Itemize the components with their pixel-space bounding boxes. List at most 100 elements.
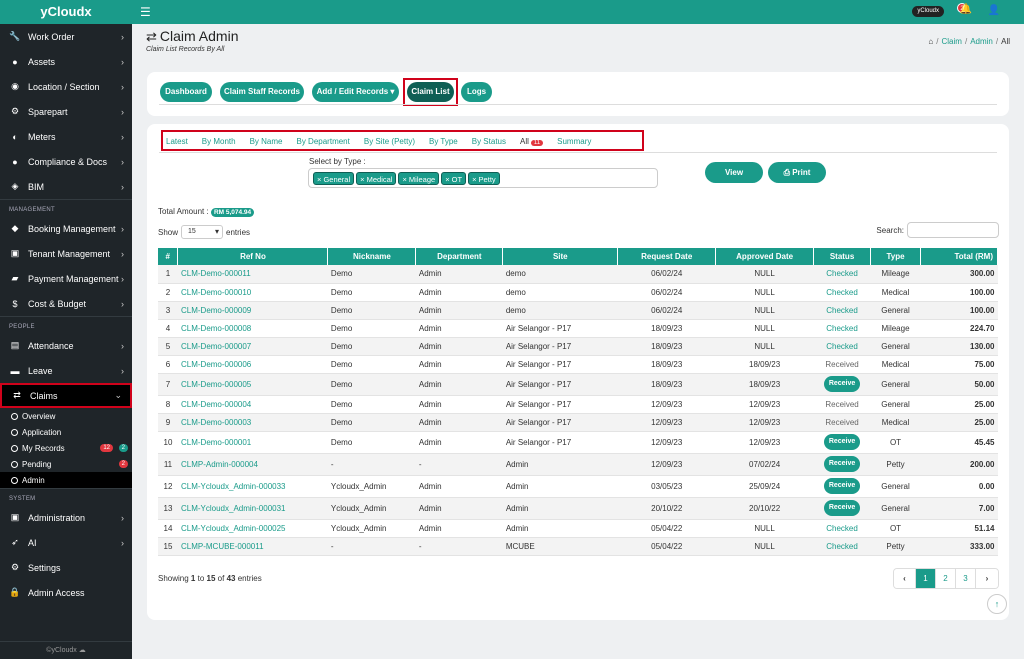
tab-summary[interactable]: Summary (557, 137, 591, 146)
approved-date: NULL (715, 301, 814, 320)
sidebar-item-bim[interactable]: ◈ BIM › (0, 174, 132, 199)
type-filter-select[interactable]: × General × Medical × Mileage × OT × Pet… (308, 168, 658, 188)
sidebar-item-admin-access[interactable]: 🔒 Admin Access (0, 580, 132, 605)
ref-link[interactable]: CLM-Demo-000009 (177, 301, 328, 320)
ref-link[interactable]: CLMP-Admin-000004 (177, 453, 328, 476)
tab-by-department[interactable]: By Department (297, 137, 350, 146)
sidebar-item-settings[interactable]: ⚙ Settings (0, 555, 132, 580)
column-header[interactable]: # (158, 248, 179, 265)
sidebar-item-booking-management[interactable]: ◆ Booking Management › (0, 216, 132, 241)
ref-link[interactable]: CLM-Demo-000011 (177, 265, 328, 284)
ref-link[interactable]: CLMP-MCUBE-000011 (177, 537, 328, 556)
sidebar-item-ai[interactable]: ➶ AI › (0, 530, 132, 555)
sidebar-item-meters[interactable]: ◐ Meters › (0, 124, 132, 149)
divider (159, 152, 997, 153)
breadcrumb-admin[interactable]: Admin (970, 37, 993, 46)
dashboard-button[interactable]: Dashboard (160, 82, 212, 102)
sidebar-item-payment-management[interactable]: ▰ Payment Management › (0, 266, 132, 291)
total-cell: 333.00 (920, 537, 998, 556)
ref-link[interactable]: CLM-Demo-000010 (177, 283, 328, 302)
column-header[interactable]: Site (502, 248, 619, 265)
ref-link[interactable]: CLM-Demo-000001 (177, 431, 328, 454)
page-1[interactable]: 1 (916, 569, 936, 588)
print-button[interactable]: ⎙ Print (768, 162, 826, 183)
hamburger-icon[interactable]: ☰ (140, 5, 151, 19)
view-button[interactable]: View (705, 162, 763, 183)
ref-link[interactable]: CLM-Ycloudx_Admin-000025 (177, 519, 328, 538)
sidebar-subitem-my-records[interactable]: My Records 12 2 (0, 440, 132, 456)
sidebar-item-cost-budget[interactable]: $ Cost & Budget › (0, 291, 132, 316)
tab-by-name[interactable]: By Name (250, 137, 283, 146)
chip-petty[interactable]: × Petty (468, 172, 500, 185)
prev-page-icon[interactable]: ‹ (894, 569, 916, 588)
section-system: SYSTEM (0, 488, 132, 505)
sidebar-item-location-section[interactable]: ◉ Location / Section › (0, 74, 132, 99)
tab-latest[interactable]: Latest (166, 137, 188, 146)
column-header[interactable]: Type (870, 248, 921, 265)
receive-button[interactable]: Receive (823, 500, 861, 516)
column-header[interactable]: Nickname (327, 248, 417, 265)
sidebar-item-work-order[interactable]: 🔧 Work Order › (0, 24, 132, 49)
chip-ot[interactable]: × OT (441, 172, 467, 185)
page-2[interactable]: 2 (936, 569, 956, 588)
ref-link[interactable]: CLM-Demo-000006 (177, 355, 328, 374)
ref-link[interactable]: CLM-Demo-000008 (177, 319, 328, 338)
user-icon[interactable]: 👤 (988, 5, 1000, 16)
sidebar-item-sparepart[interactable]: ⚙ Sparepart › (0, 99, 132, 124)
home-icon[interactable]: ⌂ (928, 37, 933, 46)
receive-button[interactable]: Receive (823, 478, 861, 494)
column-header[interactable]: Total (RM) (920, 248, 998, 265)
column-header[interactable]: Department (415, 248, 504, 265)
ref-link[interactable]: CLM-Demo-000003 (177, 413, 328, 432)
sidebar-subitem-overview[interactable]: Overview (0, 408, 132, 424)
receive-button[interactable]: Receive (823, 456, 861, 472)
column-header[interactable]: Approved Date (715, 248, 815, 265)
receive-button[interactable]: Receive (823, 434, 861, 450)
breadcrumb-claim[interactable]: Claim (942, 37, 962, 46)
receive-button[interactable]: Receive (823, 376, 861, 392)
logs-button[interactable]: Logs (461, 82, 492, 102)
tab-by-site[interactable]: By Site (Petty) (364, 137, 415, 146)
sidebar-item-claims[interactable]: ⇄ Claims ⌄ (0, 383, 132, 408)
claim-list-button[interactable]: Claim List (407, 82, 454, 102)
tab-all[interactable]: All 11 (520, 137, 544, 146)
ref-link[interactable]: CLM-Ycloudx_Admin-000031 (177, 497, 328, 520)
sidebar-item-tenant-management[interactable]: ▣ Tenant Management › (0, 241, 132, 266)
search-input[interactable] (907, 222, 999, 238)
nickname-cell: Demo (327, 337, 416, 356)
next-page-icon[interactable]: › (976, 569, 998, 588)
sidebar-item-administration[interactable]: ▣ Administration › (0, 505, 132, 530)
status-cell: Receive (813, 373, 871, 396)
type-cell: General (870, 395, 921, 414)
ref-link[interactable]: CLM-Demo-000004 (177, 395, 328, 414)
brand-logo[interactable]: yCloudx (0, 0, 132, 24)
chip-medical[interactable]: × Medical (356, 172, 397, 185)
sidebar-subitem-application[interactable]: Application (0, 424, 132, 440)
claim-staff-records-button[interactable]: Claim Staff Records (220, 82, 304, 102)
status-cell: Checked (813, 337, 871, 356)
ref-link[interactable]: CLM-Ycloudx_Admin-000033 (177, 475, 328, 498)
sidebar-subitem-label: My Records (22, 443, 65, 453)
bell-icon[interactable]: 🔔 (960, 4, 972, 15)
sidebar-subitem-admin[interactable]: Admin (0, 472, 132, 488)
column-header[interactable]: Status (813, 248, 872, 265)
page-3[interactable]: 3 (956, 569, 976, 588)
tab-by-type[interactable]: By Type (429, 137, 458, 146)
column-header[interactable]: Ref No (177, 248, 329, 265)
ref-link[interactable]: CLM-Demo-000005 (177, 373, 328, 396)
page-length-select[interactable]: 15 (181, 225, 224, 239)
sidebar-item-assets[interactable]: ● Assets › (0, 49, 132, 74)
tab-by-status[interactable]: By Status (472, 137, 506, 146)
sidebar-item-attendance[interactable]: ▤ Attendance › (0, 333, 132, 358)
sidebar-item-compliance-docs[interactable]: ● Compliance & Docs › (0, 149, 132, 174)
chip-mileage[interactable]: × Mileage (398, 172, 440, 185)
sidebar-item-leave[interactable]: ▬ Leave › (0, 358, 132, 383)
column-header[interactable]: Request Date (617, 248, 717, 265)
scroll-top-icon[interactable]: ↑ (987, 594, 1007, 614)
ref-link[interactable]: CLM-Demo-000007 (177, 337, 328, 356)
chip-general[interactable]: × General (313, 172, 355, 185)
add-edit-records-button[interactable]: Add / Edit Records ▾ (312, 82, 399, 102)
sidebar-subitem-pending[interactable]: Pending 2 (0, 456, 132, 472)
tab-by-month[interactable]: By Month (202, 137, 236, 146)
user-pill[interactable]: yCloudx (912, 6, 944, 17)
